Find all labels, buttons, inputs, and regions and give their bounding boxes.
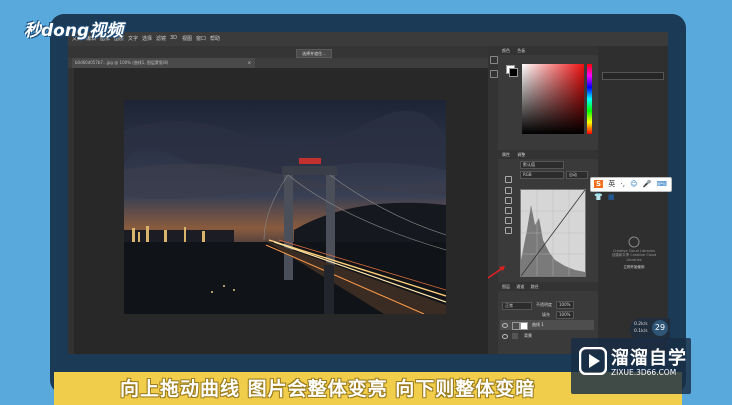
layer-mask-thumb[interactable] xyxy=(520,322,528,330)
opacity-label: 不透明度 xyxy=(536,302,552,307)
layer-name: 曲线 1 xyxy=(532,322,544,327)
ime-item[interactable]: ▦ xyxy=(608,193,615,201)
panel-dock xyxy=(488,46,498,354)
watermark-logo: 秒dong视频 xyxy=(24,21,124,41)
upload-speed: 0.2k/s xyxy=(634,322,648,327)
curves-graph[interactable] xyxy=(520,189,586,277)
background-swatch[interactable] xyxy=(509,68,518,77)
hue-slider[interactable] xyxy=(587,64,592,134)
target-adjust-icon[interactable] xyxy=(505,176,512,183)
opacity-field[interactable]: 100% xyxy=(556,301,574,309)
ime-logo[interactable]: S xyxy=(594,180,604,188)
eyedropper-gray-icon[interactable] xyxy=(505,197,512,204)
menu-item[interactable]: 帮助 xyxy=(210,35,220,42)
cc-libraries-info: Creative Cloud Libraries 创建和共享 Creative … xyxy=(604,236,664,286)
menu-item[interactable]: 视图 xyxy=(182,35,192,42)
layer-row[interactable]: 曲线 1 xyxy=(500,320,594,330)
tab-channels[interactable]: 通道 xyxy=(516,284,524,289)
tab-swatches[interactable]: 色板 xyxy=(517,48,525,53)
brand-watermark: 溜溜自学 ZIXUE.3D66.COM xyxy=(571,338,691,394)
ime-item[interactable]: ☺ xyxy=(630,180,637,188)
ime-item[interactable]: ⌨ xyxy=(657,180,667,188)
tab-paths[interactable]: 路径 xyxy=(531,284,539,289)
photo-bridge-night xyxy=(124,100,446,314)
eye-icon[interactable] xyxy=(502,334,508,339)
download-speed: 0.1k/s xyxy=(634,329,648,334)
search-input[interactable] xyxy=(602,72,664,80)
layers-panel-header: 图层 通道 路径 xyxy=(498,282,598,291)
tab-layers[interactable]: 图层 xyxy=(502,284,510,289)
ime-item[interactable]: 英 xyxy=(608,180,615,188)
preset-select[interactable]: 默认值 xyxy=(520,161,564,169)
document-tab-title: b0d60d057b7...jpg @ 100% (曲线1, 图层蒙版/8) xyxy=(75,60,169,65)
menu-item[interactable]: 3D xyxy=(170,35,177,41)
fill-field[interactable]: 100% xyxy=(556,311,574,319)
history-icon[interactable] xyxy=(490,56,498,64)
subtitle-caption: 向上拖动曲线 图片会整体变亮 向下则整体变暗 xyxy=(120,378,536,400)
document-tab[interactable]: b0d60d057b7...jpg @ 100% (曲线1, 图层蒙版/8) × xyxy=(72,58,255,68)
brand-url: ZIXUE.3D66.COM xyxy=(611,368,677,377)
usage-percent: 29 xyxy=(652,320,668,336)
auto-button[interactable]: 自动 xyxy=(566,171,588,179)
layer-thumb xyxy=(512,333,518,339)
channel-select[interactable]: RGB xyxy=(520,171,564,179)
eyedropper-black-icon[interactable] xyxy=(505,187,512,194)
pencil-icon[interactable] xyxy=(505,227,512,234)
cc-logo-icon xyxy=(628,236,640,248)
ime-item[interactable]: ·, xyxy=(621,180,625,188)
close-icon[interactable]: × xyxy=(248,58,251,68)
ime-toolbar: S 英 ·, ☺ 🎤 ⌨ 👕 ▦ xyxy=(590,177,672,201)
menu-bar: 文件 编辑 图像 图层 文字 选择 滤镜 3D 视图 窗口 帮助 xyxy=(68,32,668,46)
swatches-icon[interactable] xyxy=(490,70,498,78)
menu-item[interactable]: 选择 xyxy=(142,35,152,42)
color-field[interactable] xyxy=(522,64,584,134)
document-tab-bar: b0d60d057b7...jpg @ 100% (曲线1, 图层蒙版/8) × xyxy=(68,58,488,68)
tab-adjustments[interactable]: 调整 xyxy=(517,152,525,157)
color-properties-layers-panel: 颜色 色板 属性 调整 默认值 RGB 自动 图层 通道 路径 正常 不透明度 … xyxy=(487,46,598,354)
tab-color[interactable]: 颜色 xyxy=(502,48,510,53)
select-and-mask-button[interactable]: 选择并遮住... xyxy=(296,49,332,58)
photoshop-window: 文件 编辑 图像 图层 文字 选择 滤镜 3D 视图 窗口 帮助 选择并遮住..… xyxy=(68,32,668,354)
ime-item[interactable]: 👕 xyxy=(594,193,603,201)
cc-start-link[interactable]: 立即开始使用 xyxy=(604,265,664,270)
eyedropper-white-icon[interactable] xyxy=(505,207,512,214)
eye-icon[interactable] xyxy=(502,323,508,328)
arrow-annotation-icon xyxy=(487,266,505,279)
menu-item[interactable]: 文字 xyxy=(128,35,138,42)
network-speed-badge: 0.2k/s 0.1k/s 29 xyxy=(630,318,670,340)
fill-label: 填充 xyxy=(542,312,550,317)
play-logo-icon xyxy=(579,347,607,375)
layer-name: 背景 xyxy=(524,333,532,338)
menu-item[interactable]: 滤镜 xyxy=(156,35,166,42)
curve-edit-icon[interactable] xyxy=(505,217,512,224)
menu-item[interactable]: 窗口 xyxy=(196,35,206,42)
canvas-area[interactable] xyxy=(74,68,488,354)
blend-mode-select[interactable]: 正常 xyxy=(502,302,532,310)
color-panel-header: 颜色 色板 xyxy=(498,46,598,55)
cc-text-2: 创建和共享 Creative Cloud Libraries xyxy=(611,253,657,262)
ime-item[interactable]: 🎤 xyxy=(643,180,652,188)
tab-properties[interactable]: 属性 xyxy=(502,152,510,157)
properties-panel-header: 属性 调整 xyxy=(498,150,598,159)
brand-name: 溜溜自学 xyxy=(611,348,687,369)
adjustment-icon xyxy=(512,322,520,330)
